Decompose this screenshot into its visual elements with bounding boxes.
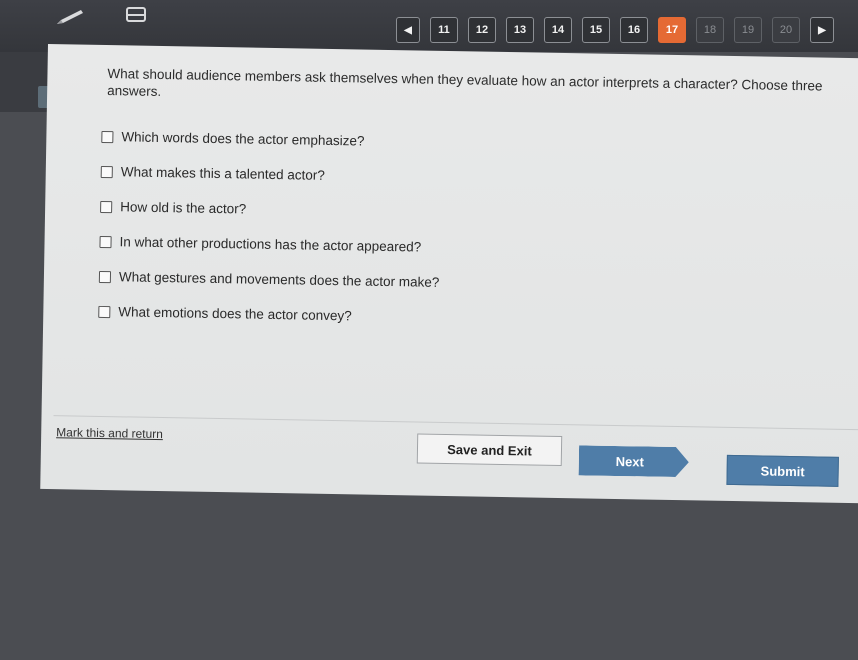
checkbox[interactable]: [99, 235, 112, 248]
question-nav-12[interactable]: 12: [468, 17, 496, 43]
prev-question-arrow[interactable]: ◀: [396, 17, 420, 43]
mark-and-return-link[interactable]: Mark this and return: [56, 425, 163, 441]
checkbox[interactable]: [98, 305, 111, 318]
answer-option-label: What emotions does the actor convey?: [118, 304, 352, 324]
submit-button[interactable]: Submit: [726, 454, 839, 487]
answer-option-label: Which words does the actor emphasize?: [121, 129, 365, 149]
answer-option-label: What makes this a talented actor?: [120, 164, 325, 183]
question-nav-18[interactable]: 18: [696, 17, 724, 43]
answer-options: Which words does the actor emphasize? Wh…: [98, 119, 802, 341]
question-nav-17[interactable]: 17: [658, 17, 686, 43]
next-button[interactable]: Next: [579, 445, 690, 477]
next-question-arrow[interactable]: ▶: [810, 17, 834, 43]
question-nav-13[interactable]: 13: [506, 17, 534, 43]
checkbox[interactable]: [101, 130, 114, 143]
top-toolbar: ◀ 11 12 13 14 15 16 17 18 19 20 ▶: [0, 0, 858, 52]
answer-option-label: What gestures and movements does the act…: [118, 269, 440, 290]
checkbox[interactable]: [98, 270, 112, 283]
question-navigator: ◀ 11 12 13 14 15 16 17 18 19 20 ▶: [396, 17, 834, 43]
save-and-exit-button[interactable]: Save and Exit: [416, 433, 563, 467]
pencil-icon[interactable]: [52, 6, 88, 28]
question-nav-11[interactable]: 11: [430, 17, 458, 43]
checkbox[interactable]: [100, 200, 113, 213]
eraser-icon[interactable]: [118, 3, 154, 27]
question-nav-19[interactable]: 19: [734, 17, 762, 43]
footer-divider: [53, 415, 858, 431]
question-nav-16[interactable]: 16: [620, 17, 648, 43]
answer-option-label: How old is the actor?: [120, 199, 247, 217]
question-nav-14[interactable]: 14: [544, 17, 572, 43]
checkbox[interactable]: [100, 165, 113, 178]
question-panel: What should audience members ask themsel…: [40, 44, 858, 504]
question-nav-15[interactable]: 15: [582, 17, 610, 43]
question-nav-20[interactable]: 20: [772, 17, 800, 43]
question-text: What should audience members ask themsel…: [107, 66, 823, 99]
answer-option-label: In what other productions has the actor …: [119, 234, 422, 255]
